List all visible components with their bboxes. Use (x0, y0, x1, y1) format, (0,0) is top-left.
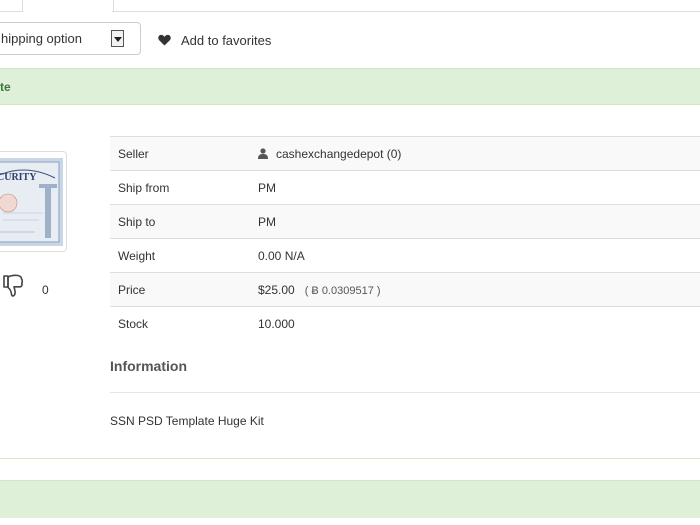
price-cell: $25.00 ( Ƀ 0.0309517 ) (258, 272, 700, 307)
seller-label: Seller (110, 136, 258, 171)
feedback-count: 0 (42, 283, 49, 297)
bottom-alert-bar (0, 480, 700, 518)
divider (110, 392, 700, 393)
ship-from-label: Ship from (110, 170, 258, 205)
shipping-option-value: hipping option (1, 31, 82, 46)
alert-text: te (0, 80, 11, 94)
information-heading: Information (110, 358, 187, 374)
card-title-text: CURITY (0, 172, 37, 183)
divider (0, 458, 700, 459)
table-row: Price $25.00 ( Ƀ 0.0309517 ) (110, 272, 700, 307)
price-value: $25.00 (258, 282, 295, 297)
table-row: Stock 10.000 (110, 306, 700, 340)
add-to-favorites-button[interactable]: Add to favorites (158, 31, 271, 49)
ship-from-value: PM (258, 170, 700, 205)
stock-label: Stock (110, 306, 258, 340)
weight-value: 0.00 N/A (258, 238, 700, 273)
ship-to-value: PM (258, 204, 700, 239)
seller-value[interactable]: cashexchangedepot (0) (276, 147, 401, 161)
price-label: Price (110, 272, 258, 307)
table-row: Ship to PM (110, 204, 700, 239)
user-icon (258, 147, 268, 159)
stock-value: 10.000 (258, 306, 700, 340)
product-image[interactable]: CURITY (0, 151, 67, 252)
active-tab[interactable] (22, 0, 114, 12)
add-to-favorites-label: Add to favorites (181, 32, 272, 48)
information-text: SSN PSD Template Huge Kit (110, 414, 264, 428)
weight-label: Weight (110, 238, 258, 273)
table-row: Weight 0.00 N/A (110, 238, 700, 273)
chevron-down-icon[interactable] (111, 30, 124, 47)
price-btc: ( Ƀ 0.0309517 ) (304, 284, 381, 297)
seller-cell: cashexchangedepot (0) (258, 136, 700, 171)
table-row: Seller cashexchangedepot (0) (110, 136, 700, 171)
heart-icon (158, 34, 171, 46)
table-row: Ship from PM (110, 170, 700, 205)
thumbs-down-icon[interactable] (2, 274, 24, 298)
status-alert: te (0, 68, 700, 105)
shipping-option-select[interactable]: hipping option (0, 22, 141, 55)
tab-strip (0, 0, 700, 12)
ship-to-label: Ship to (110, 204, 258, 239)
listing-details-table: Seller cashexchangedepot (0) Ship from P… (110, 136, 700, 340)
